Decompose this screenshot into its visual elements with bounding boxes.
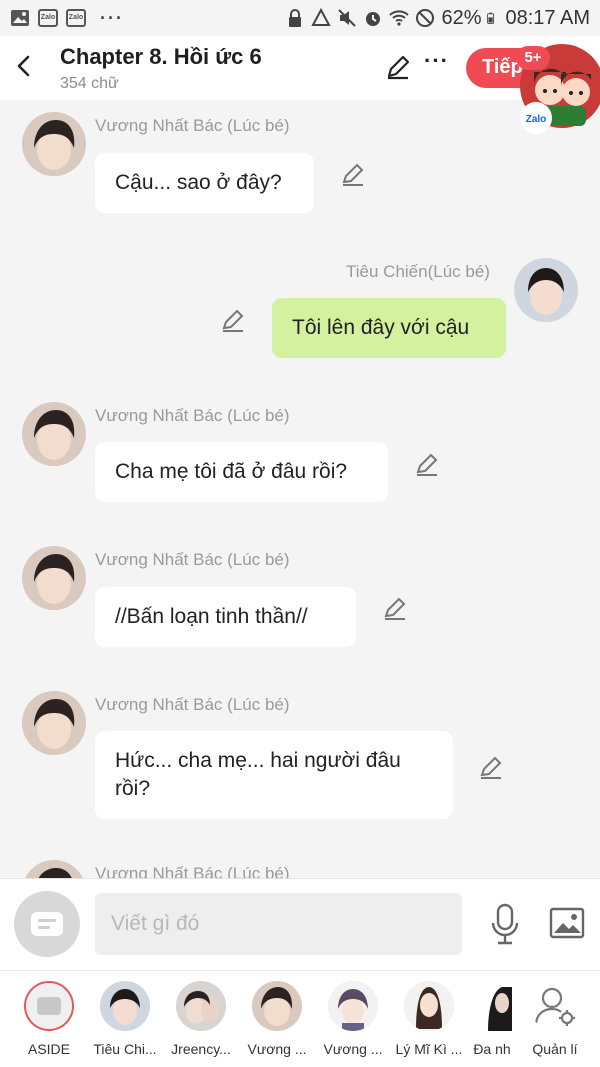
character-label: Lý Mĩ Kì ...: [395, 1041, 463, 1057]
character-item[interactable]: Tiêu Chi...: [87, 981, 163, 1057]
character-avatar: [404, 981, 454, 1031]
sender-name: Vương Nhất Bác (Lúc bé): [95, 116, 290, 135]
status-right: 62% 08:17 AM: [285, 7, 590, 30]
sender-name: Vương Nhất Bác (Lúc bé): [95, 695, 290, 714]
dnd-icon: [416, 9, 435, 27]
chat-area[interactable]: Vương Nhất Bác (Lúc bé) Cậu... sao ở đây…: [0, 100, 600, 878]
chapter-title: Chapter 8. Hồi ức 6: [60, 44, 262, 69]
message-input[interactable]: [95, 893, 462, 955]
status-left: Zalo Zalo ···: [10, 8, 124, 29]
character-manage[interactable]: Quản lí: [517, 981, 593, 1057]
avatar[interactable]: [514, 258, 578, 322]
avatar[interactable]: [22, 691, 86, 755]
zalo-icon: Zalo: [66, 9, 86, 27]
microphone-icon[interactable]: [490, 903, 520, 945]
character-label: Tiêu Chi...: [93, 1041, 157, 1057]
message-bubble[interactable]: Hức... cha mẹ... hai người đâu rồi?: [95, 731, 453, 819]
character-label: Quản lí: [532, 1041, 578, 1057]
character-label: ASIDE: [27, 1041, 70, 1057]
notification-badge: 5+: [516, 46, 550, 70]
aside-toggle-button[interactable]: [14, 891, 80, 957]
message-bubble[interactable]: //Bấn loạn tinh thần//: [95, 587, 356, 647]
app-header: Chapter 8. Hồi ức 6 354 chữ ··· Tiếp: [0, 36, 600, 100]
edit-message-icon[interactable]: [382, 596, 408, 622]
battery-percent: 62%: [441, 6, 482, 29]
sender-name: Vương Nhất Bác (Lúc bé): [95, 550, 290, 569]
edit-message-icon[interactable]: [414, 452, 440, 478]
character-item[interactable]: Vương ...: [315, 981, 391, 1057]
lock-icon: [289, 9, 302, 27]
edit-message-icon[interactable]: [220, 308, 246, 334]
character-bar: ASIDE Tiêu Chi... Jreency... Vương ... V…: [0, 970, 600, 1067]
character-avatar: [100, 981, 150, 1031]
character-item[interactable]: Vương ...: [239, 981, 315, 1057]
more-options-icon[interactable]: ···: [424, 48, 450, 74]
character-avatar: [252, 981, 302, 1031]
character-label: Vương ...: [247, 1041, 307, 1057]
battery-icon: [487, 12, 495, 24]
character-label: Đa nh: [473, 1041, 511, 1057]
avatar[interactable]: [22, 402, 86, 466]
avatar[interactable]: [22, 860, 86, 878]
manage-user-icon: [530, 981, 580, 1031]
character-label: Vương ...: [323, 1041, 383, 1057]
zalo-icon: Zalo: [38, 9, 58, 27]
edit-message-icon[interactable]: [340, 162, 366, 188]
edit-message-icon[interactable]: [478, 755, 504, 781]
image-icon[interactable]: [549, 907, 585, 939]
sender-name: Vương Nhất Bác (Lúc bé): [95, 406, 290, 425]
character-aside[interactable]: ASIDE: [11, 981, 87, 1057]
more-dots-icon: ···: [100, 7, 124, 28]
alarm-icon: [366, 12, 381, 26]
aside-icon: [31, 912, 63, 936]
status-bar: Zalo Zalo ··· 62% 08:17 AM: [0, 0, 600, 36]
sender-name: Tiêu Chiến(Lúc bé): [346, 262, 490, 281]
character-avatar: [176, 981, 226, 1031]
avatar[interactable]: [22, 112, 86, 176]
gallery-icon: [11, 10, 29, 26]
wifi-icon: [389, 10, 410, 26]
back-arrow-icon[interactable]: [12, 54, 36, 78]
edit-pencil-icon[interactable]: [384, 53, 412, 81]
character-item[interactable]: Lý Mĩ Kì ...: [391, 981, 467, 1057]
clock: 08:17 AM: [505, 6, 590, 29]
message-bubble[interactable]: Cha mẹ tôi đã ở đâu rồi?: [95, 442, 388, 502]
composer-bar: [0, 878, 600, 970]
character-item[interactable]: Jreency...: [163, 981, 239, 1057]
mute-icon: [338, 9, 357, 27]
recycle-icon: [311, 8, 332, 26]
sender-name: Vương Nhất Bác (Lúc bé): [95, 864, 290, 878]
character-avatar: [472, 981, 512, 1031]
character-label: Jreency...: [171, 1041, 231, 1057]
message-bubble[interactable]: Cậu... sao ở đây?: [95, 153, 314, 213]
aside-icon: [24, 981, 74, 1031]
character-item[interactable]: Đa nh: [467, 981, 517, 1057]
word-count: 354 chữ: [60, 75, 119, 92]
message-bubble[interactable]: Tôi lên đây với cậu: [272, 298, 506, 358]
character-avatar: [328, 981, 378, 1031]
avatar[interactable]: [22, 546, 86, 610]
